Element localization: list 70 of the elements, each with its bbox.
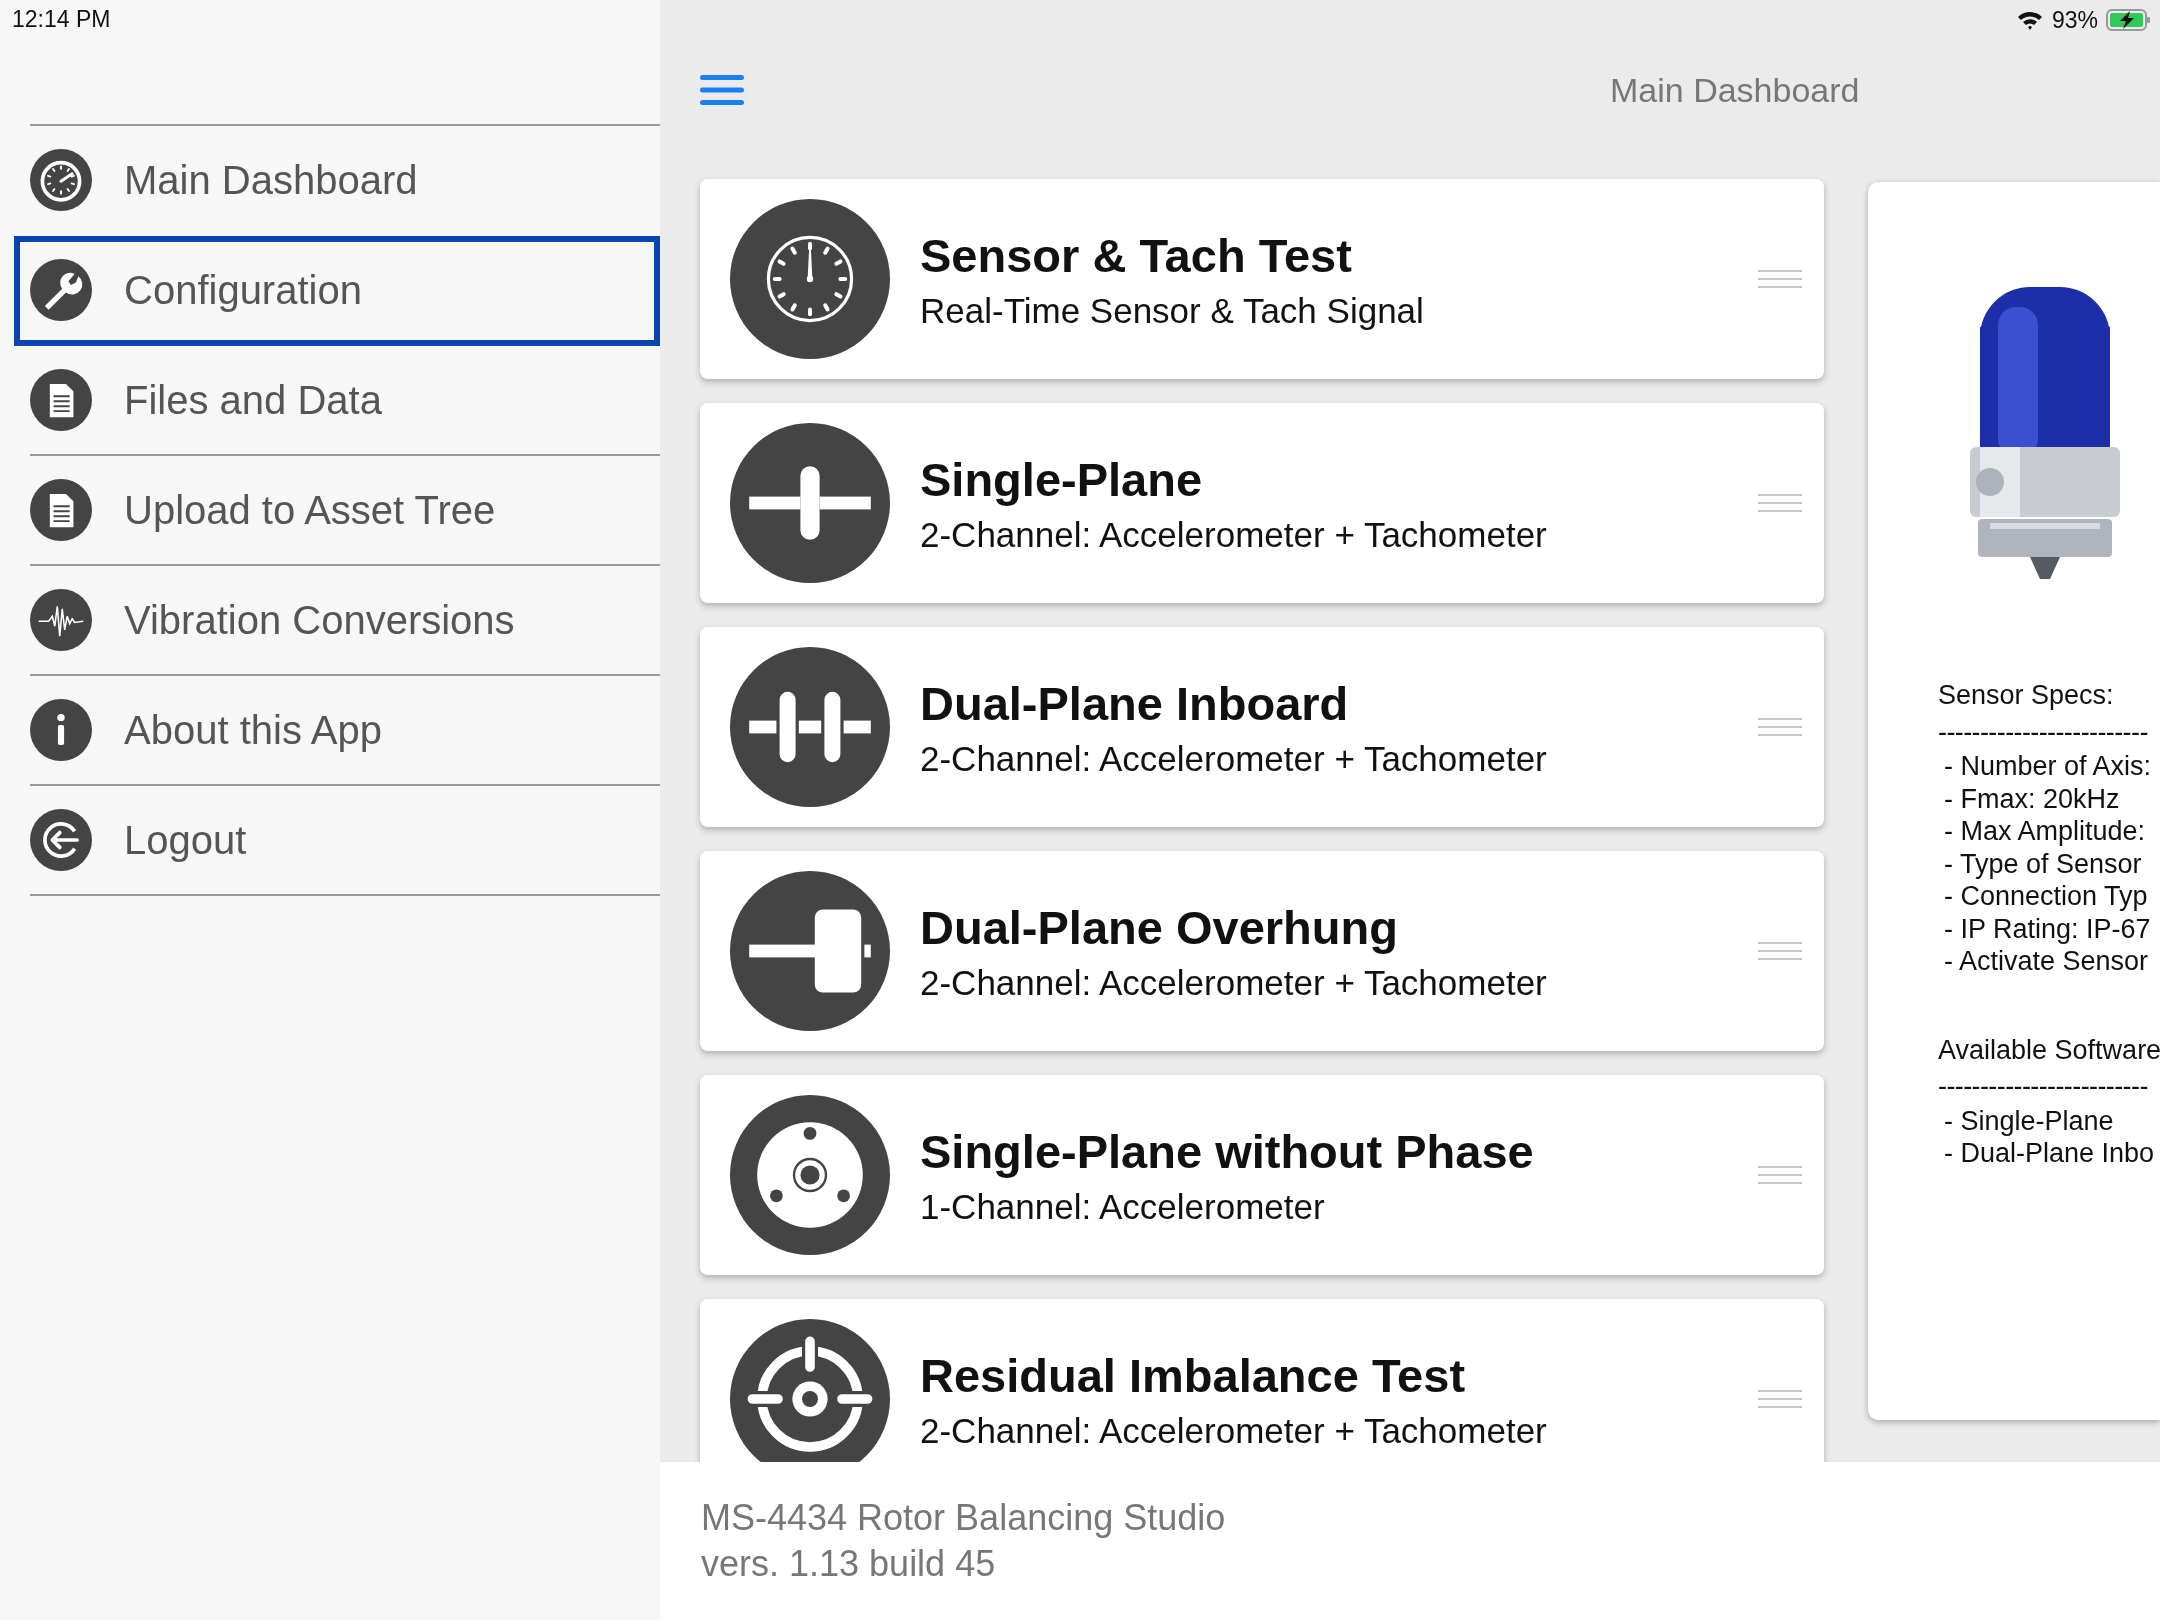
spec-line: - Number of Axis: bbox=[1943, 750, 2153, 783]
spec-line: - Single-Plane bbox=[1943, 1104, 2115, 1137]
test-card[interactable]: Single-Plane 2-Channel: Accelerometer + Tachometer bbox=[700, 403, 1824, 603]
card-subtitle: 2-Channel: Accelerometer + Tachometer bbox=[920, 1410, 1547, 1451]
status-time: 12:14 PM bbox=[11, 5, 112, 34]
sidebar-item-label: Vibration Conversions bbox=[124, 597, 515, 643]
battery-icon bbox=[2106, 8, 2152, 32]
sidebar-item[interactable]: Configuration bbox=[14, 236, 660, 346]
test-card[interactable]: Sensor & Tach Test Real-Time Sensor & Tach Signal bbox=[700, 179, 1824, 379]
spec-line: - Max Amplitude: bbox=[1943, 815, 2147, 848]
menu-icon[interactable] bbox=[700, 73, 744, 107]
sidebar-item[interactable]: Upload to Asset Tree bbox=[30, 456, 660, 566]
sidebar-item[interactable]: About this App bbox=[30, 676, 660, 786]
section-heading: Sensor Specs: bbox=[1938, 679, 2115, 712]
dual-plane-icon bbox=[730, 647, 890, 807]
sidebar-item-label: Main Dashboard bbox=[124, 157, 418, 203]
waveform-icon bbox=[30, 589, 92, 651]
document-icon bbox=[30, 479, 92, 541]
dashed-rule: ------------------------- bbox=[1938, 715, 2149, 748]
overhung-rotor-icon bbox=[730, 871, 890, 1031]
card-subtitle: 2-Channel: Accelerometer + Tachometer bbox=[920, 962, 1547, 1003]
drag-handle-icon[interactable] bbox=[1758, 941, 1802, 961]
sidebar-item-label: Files and Data bbox=[124, 377, 382, 423]
version-text: vers. 1.13 build 45 bbox=[701, 1542, 997, 1586]
card-subtitle: 2-Channel: Accelerometer + Tachometer bbox=[920, 738, 1547, 779]
sidebar-item[interactable]: Main Dashboard bbox=[30, 126, 660, 236]
sidebar-item-label: Configuration bbox=[124, 267, 362, 313]
section-heading: Available Software bbox=[1938, 1033, 2160, 1066]
sidebar-item[interactable]: Logout bbox=[30, 786, 660, 896]
card-title: Dual-Plane Overhung bbox=[920, 899, 1398, 955]
spec-line: - Type of Sensor bbox=[1943, 847, 2143, 880]
version-text: MS-4434 Rotor Balancing Studio bbox=[701, 1496, 1227, 1540]
sidebar-item-label: Logout bbox=[124, 817, 247, 863]
spec-line: - IP Rating: IP-67 bbox=[1943, 912, 2152, 945]
dashed-rule: ------------------------- bbox=[1938, 1070, 2149, 1103]
sidebar-item[interactable]: Vibration Conversions bbox=[30, 566, 660, 676]
sidebar-item-label: About this App bbox=[124, 707, 382, 753]
document-icon bbox=[30, 369, 92, 431]
wheel-icon bbox=[730, 1095, 890, 1255]
info-icon bbox=[30, 699, 92, 761]
drag-handle-icon[interactable] bbox=[1758, 1389, 1802, 1409]
stopwatch-icon bbox=[730, 199, 890, 359]
card-subtitle: 2-Channel: Accelerometer + Tachometer bbox=[920, 514, 1547, 555]
single-plane-icon bbox=[730, 423, 890, 583]
test-card[interactable]: Residual Imbalance Test 2-Channel: Accelerometer + Tachometer bbox=[700, 1299, 1824, 1462]
logout-icon bbox=[30, 809, 92, 871]
test-card[interactable]: Dual-Plane Inboard 2-Channel: Accelerometer + Tachometer bbox=[700, 627, 1824, 827]
spec-line: - Dual-Plane Inbo bbox=[1943, 1137, 2156, 1170]
test-card[interactable]: Dual-Plane Overhung 2-Channel: Accelerometer + Tachometer bbox=[700, 851, 1824, 1051]
page-title: Main Dashboard bbox=[1610, 70, 1860, 110]
card-title: Sensor & Tach Test bbox=[920, 227, 1352, 283]
card-subtitle: 1-Channel: Accelerometer bbox=[920, 1186, 1325, 1227]
sidebar-item-label: Upload to Asset Tree bbox=[124, 487, 496, 533]
card-title: Single-Plane without Phase bbox=[920, 1123, 1534, 1179]
drag-handle-icon[interactable] bbox=[1758, 717, 1802, 737]
battery-percentage: 93% bbox=[2051, 6, 2098, 34]
spec-line: - Connection Typ bbox=[1943, 880, 2149, 913]
drag-handle-icon[interactable] bbox=[1758, 493, 1802, 513]
spec-line: - Activate Sensor bbox=[1943, 945, 2150, 978]
card-title: Single-Plane bbox=[920, 451, 1203, 507]
drag-handle-icon[interactable] bbox=[1758, 1165, 1802, 1185]
card-title: Dual-Plane Inboard bbox=[920, 675, 1349, 731]
test-card[interactable]: Single-Plane without Phase 1-Channel: Accelerometer bbox=[700, 1075, 1824, 1275]
sidebar-item[interactable]: Files and Data bbox=[30, 346, 660, 456]
speedometer-icon bbox=[30, 149, 92, 211]
drag-handle-icon[interactable] bbox=[1758, 269, 1802, 289]
wrench-icon bbox=[30, 259, 92, 321]
card-subtitle: Real-Time Sensor & Tach Signal bbox=[920, 290, 1424, 331]
card-title: Residual Imbalance Test bbox=[920, 1347, 1466, 1403]
spec-line: - Fmax: 20kHz bbox=[1943, 782, 2121, 815]
